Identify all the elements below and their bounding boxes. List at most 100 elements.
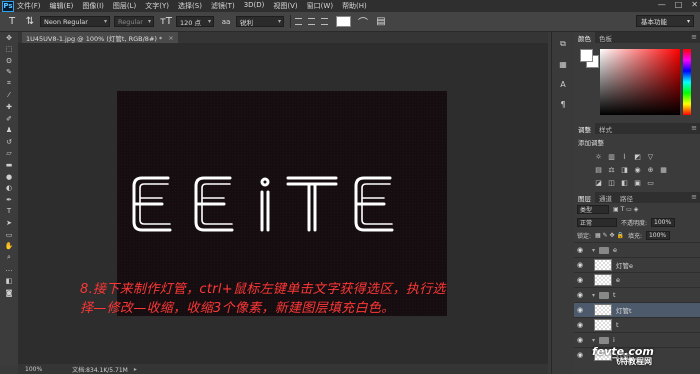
menu-layer[interactable]: 图层(L)	[113, 1, 136, 11]
font-style-select[interactable]: Regular ▾	[114, 16, 154, 27]
brightness-icon[interactable]: ☼	[594, 152, 603, 161]
minimize-button[interactable]: —	[658, 0, 666, 9]
close-button[interactable]: ✕	[691, 0, 698, 9]
posterize-icon[interactable]: ◫	[607, 178, 616, 187]
menu-file[interactable]: 文件(F)	[17, 1, 41, 11]
gradient-tool-icon[interactable]: ▬	[2, 161, 16, 170]
vibrance-icon[interactable]: ▽	[646, 152, 655, 161]
panel-menu-icon[interactable]: ≡	[691, 124, 697, 132]
align-right-button[interactable]	[319, 16, 330, 27]
lock-icons[interactable]: ▦ ✎ ✥ 🔒	[595, 232, 624, 239]
menu-3d[interactable]: 3D(D)	[244, 1, 265, 11]
tab-adjustments[interactable]: 调整	[574, 123, 595, 134]
panel-menu-icon[interactable]: ≡	[691, 33, 697, 41]
eye-icon[interactable]: ◉	[574, 246, 586, 254]
workspace-select[interactable]: 基本功能 ▾	[636, 15, 694, 27]
marquee-tool-icon[interactable]: ⬚	[2, 45, 16, 54]
channel-mixer-icon[interactable]: ⊕	[646, 165, 655, 174]
quick-mask-icon[interactable]: ◙	[2, 288, 16, 297]
color-lookup-icon[interactable]: ▦	[659, 165, 668, 174]
layer-group-row[interactable]: ◉ ▾ t	[574, 287, 700, 302]
eye-icon[interactable]: ◉	[574, 261, 586, 269]
levels-icon[interactable]: ▥	[607, 152, 616, 161]
invert-icon[interactable]: ◪	[594, 178, 603, 187]
hue-slider[interactable]	[683, 49, 691, 115]
tab-channels[interactable]: 通道	[595, 192, 616, 203]
menu-help[interactable]: 帮助(H)	[342, 1, 367, 11]
eraser-tool-icon[interactable]: ▱	[2, 149, 16, 158]
menu-filter[interactable]: 滤镜(T)	[211, 1, 235, 11]
text-orientation-icon[interactable]: ⇅	[24, 16, 36, 28]
layer-row-selected[interactable]: ◉ 灯管t	[574, 302, 700, 317]
history-brush-tool-icon[interactable]: ↺	[2, 137, 16, 146]
close-icon[interactable]: ×	[168, 34, 173, 42]
filter-icons[interactable]: ▣ T ▭ ◈	[613, 206, 638, 213]
eye-icon[interactable]: ◉	[574, 291, 586, 299]
path-select-tool-icon[interactable]: ➤	[2, 219, 16, 228]
hue-saturation-icon[interactable]: ▤	[594, 165, 603, 174]
exposure-icon[interactable]: ◩	[633, 152, 642, 161]
stamp-tool-icon[interactable]: ♟	[2, 126, 16, 135]
menu-view[interactable]: 视图(V)	[273, 1, 297, 11]
hand-tool-icon[interactable]: ✋	[2, 242, 16, 251]
eye-icon[interactable]: ◉	[574, 276, 586, 284]
paragraph-panel-icon[interactable]: ¶	[556, 98, 570, 110]
menu-select[interactable]: 选择(S)	[178, 1, 202, 11]
threshold-icon[interactable]: ◧	[620, 178, 629, 187]
eye-icon[interactable]: ◉	[574, 306, 586, 314]
brush-tool-icon[interactable]: ✐	[2, 114, 16, 123]
tab-layers[interactable]: 图层	[574, 192, 595, 203]
antialias-select[interactable]: 锐利 ▾	[236, 16, 284, 27]
eye-icon[interactable]: ◉	[574, 321, 586, 329]
layer-filter-select[interactable]: 类型	[577, 205, 609, 214]
character-panel-icon[interactable]: A	[556, 78, 570, 90]
opacity-field[interactable]: 100%	[651, 218, 676, 227]
layer-group-row[interactable]: ◉ ▾ e	[574, 242, 700, 257]
quick-select-tool-icon[interactable]: ✎	[2, 68, 16, 77]
align-left-button[interactable]	[293, 16, 304, 27]
menu-type[interactable]: 文字(Y)	[145, 1, 169, 11]
layer-row[interactable]: ◉ e	[574, 272, 700, 287]
dodge-tool-icon[interactable]: ◐	[2, 184, 16, 193]
selective-color-icon[interactable]: ▣	[633, 178, 642, 187]
tab-swatches[interactable]: 色板	[595, 32, 616, 43]
menu-image[interactable]: 图像(I)	[82, 1, 104, 11]
shape-tool-icon[interactable]: ▭	[2, 230, 16, 239]
photo-filter-icon[interactable]: ◉	[633, 165, 642, 174]
pen-tool-icon[interactable]: ✒	[2, 195, 16, 204]
panel-menu-icon[interactable]: ≡	[691, 193, 697, 201]
font-size-select[interactable]: 120 点 ▾	[176, 16, 214, 27]
chevron-down-icon[interactable]: ▾	[592, 337, 595, 344]
status-menu-icon[interactable]: ▸	[134, 366, 137, 373]
maximize-button[interactable]: □	[675, 0, 683, 9]
move-tool-icon[interactable]: ✥	[2, 33, 16, 42]
properties-panel-icon[interactable]: ▦	[556, 58, 570, 70]
font-family-select[interactable]: Neon Regular ▾	[40, 16, 110, 27]
chevron-down-icon[interactable]: ▾	[592, 247, 595, 254]
menu-edit[interactable]: 编辑(E)	[50, 1, 74, 11]
align-center-button[interactable]	[306, 16, 317, 27]
black-white-icon[interactable]: ◨	[620, 165, 629, 174]
curves-icon[interactable]: ⌇	[620, 152, 629, 161]
color-picker-field[interactable]	[600, 49, 680, 115]
tab-styles[interactable]: 样式	[595, 123, 616, 134]
chevron-down-icon[interactable]: ▾	[592, 292, 595, 299]
eyedropper-tool-icon[interactable]: ⁄	[2, 91, 16, 100]
menu-window[interactable]: 窗口(W)	[307, 1, 333, 11]
warp-text-icon[interactable]: ⌒	[357, 16, 369, 29]
eye-icon[interactable]: ◉	[574, 336, 586, 344]
foreground-color-swatch[interactable]	[580, 49, 593, 62]
type-tool-icon[interactable]: T	[2, 207, 16, 216]
color-swatches-icon[interactable]: ◧	[2, 276, 16, 285]
zoom-tool-icon[interactable]: ⌕	[2, 253, 16, 262]
gradient-map-icon[interactable]: ▭	[646, 178, 655, 187]
document-tab[interactable]: 1U45UV8-1.jpg @ 100% (灯管t, RGB/8#) * ×	[22, 32, 178, 43]
tab-paths[interactable]: 路径	[616, 192, 637, 203]
tab-color[interactable]: 颜色	[574, 32, 595, 43]
blur-tool-icon[interactable]: ●	[2, 172, 16, 181]
color-balance-icon[interactable]: ⚖	[607, 165, 616, 174]
layer-row[interactable]: ◉ 灯管e	[574, 257, 700, 272]
more-tools-icon[interactable]: …	[2, 265, 16, 274]
lasso-tool-icon[interactable]: ʘ	[2, 56, 16, 65]
eye-icon[interactable]: ◉	[574, 351, 586, 359]
